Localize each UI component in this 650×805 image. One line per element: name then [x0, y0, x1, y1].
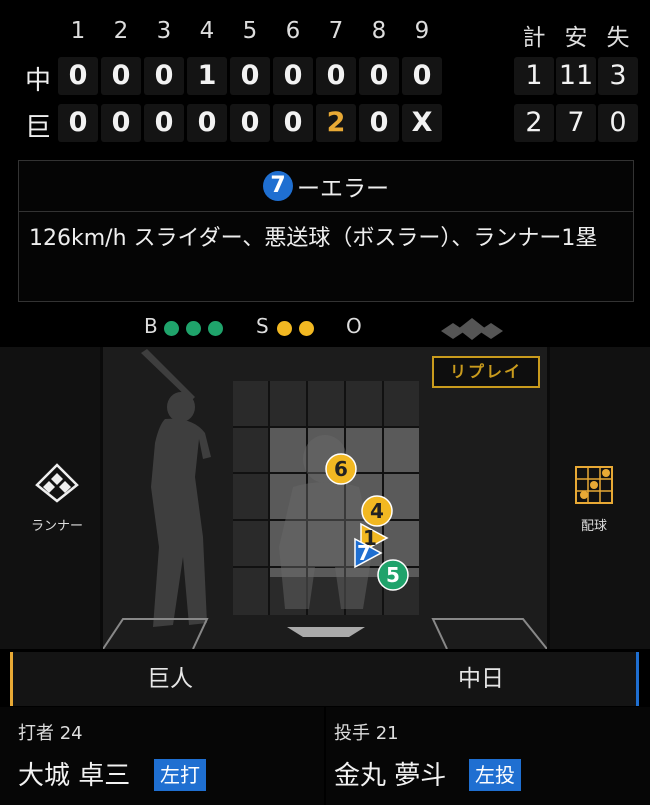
pitch-chart-icon [575, 466, 613, 504]
ball-strike-out-count: B S O [0, 312, 650, 344]
runner-panel[interactable]: ランナー [0, 347, 100, 649]
inning-score-cell: 0 [101, 57, 141, 95]
ball-dot [186, 321, 201, 336]
pitch-marker-number: 6 [334, 457, 348, 481]
pitch-marker-number: 5 [386, 563, 400, 587]
inning-score-cell: 0 [316, 57, 356, 95]
inning-header: 1 [70, 18, 86, 44]
play-detail-text: 126km/h スライダー、悪送球（ボスラー）、ランナー1塁 [29, 226, 598, 251]
balls-label: B [144, 314, 158, 338]
pitcher-role: 投手 21 [334, 723, 399, 744]
inning-header: 7 [328, 18, 344, 44]
batter-silhouette [141, 349, 211, 627]
inning-score-cell: 0 [58, 104, 98, 142]
inning-score-cell: X [402, 104, 442, 142]
scoreboard: 123456789計安失 中 0 0 0 1 0 0 0 0 0 1 11 3 巨 0 0 0 0 0 0 2 0 X 2 7 0 [0, 0, 650, 150]
inning-header: 2 [113, 18, 129, 44]
inning-header: 9 [414, 18, 430, 44]
inning-header: 4 [199, 18, 215, 44]
outs-label: O [346, 314, 362, 338]
inning-score-cell: 0 [359, 57, 399, 95]
batter-panel[interactable]: 打者 24 大城 卓三 左打 [0, 707, 324, 805]
play-title-text: ーエラー [297, 176, 389, 202]
inning-score-cell: 2 [316, 104, 356, 142]
inning-score-cell: 0 [273, 104, 313, 142]
inning-score-cell: 0 [101, 104, 141, 142]
home-plate [287, 627, 365, 637]
strikes-label: S [256, 314, 269, 338]
pitch-chart-panel[interactable]: 配球 [550, 347, 650, 649]
totals-header: 失 [606, 25, 630, 51]
team-abbr: 中 [24, 66, 51, 96]
pitcher-name: 金丸 夢斗 [334, 761, 447, 791]
totals-header: 計 [522, 25, 546, 51]
batter-role: 打者 24 [18, 723, 83, 744]
batter-hand-badge: 左打 [154, 759, 206, 791]
inning-score-cell: 0 [187, 104, 227, 142]
inning-header: 3 [156, 18, 172, 44]
runner-label: ランナー [30, 519, 83, 534]
inning-header: 8 [371, 18, 387, 44]
inning-score-cell: 0 [230, 57, 270, 95]
inning-score-cell: 0 [58, 57, 98, 95]
pitch-marker[interactable]: 4 [361, 495, 393, 527]
pitch-chart-label: 配球 [580, 519, 607, 534]
bases-diamond-icon [441, 318, 503, 340]
inning-score-cell: 0 [359, 104, 399, 142]
inning-score-cell: 0 [144, 104, 184, 142]
inning-header: 6 [285, 18, 301, 44]
pitcher-panel[interactable]: 投手 21 金丸 夢斗 左投 [326, 707, 650, 805]
inning-score-cell: 0 [144, 57, 184, 95]
team-abbr: 巨 [24, 113, 51, 143]
play-description-box: 7 ーエラー 126km/h スライダー、悪送球（ボスラー）、ランナー1塁 [18, 160, 634, 302]
strike-dot [299, 321, 314, 336]
totals-cell: 2 [514, 104, 554, 142]
inning-score-cell: 0 [273, 57, 313, 95]
inning-score-cell: 0 [402, 57, 442, 95]
strike-dot [277, 321, 292, 336]
tab-away-team[interactable]: 中日 [326, 652, 639, 706]
replay-button[interactable]: リプレイ [432, 356, 540, 388]
totals-header: 安 [564, 25, 588, 51]
pitch-marker-number: 7 [357, 541, 371, 565]
totals-cell: 7 [556, 104, 596, 142]
pitch-marker-number: 4 [370, 499, 384, 523]
tab-home-team[interactable]: 巨人 [10, 652, 327, 706]
pitch-marker[interactable]: 5 [377, 559, 409, 591]
ball-dot [208, 321, 223, 336]
strike-zone-area: 64175 [102, 347, 548, 650]
pitch-marker[interactable]: 6 [325, 453, 357, 485]
totals-cell: 11 [556, 57, 596, 95]
batter-name: 大城 卓三 [18, 761, 131, 791]
pitcher-hand-badge: 左投 [469, 759, 521, 791]
inning-score-cell: 0 [230, 104, 270, 142]
strike-zone-svg: 64175 [102, 349, 548, 650]
fielder-number-badge: 7 [263, 171, 293, 201]
totals-cell: 1 [514, 57, 554, 95]
totals-cell: 0 [598, 104, 638, 142]
inning-score-cell: 1 [187, 57, 227, 95]
pitch-field-view: ランナー 6 4 1 7 5 配球 [0, 347, 650, 650]
inning-header: 5 [242, 18, 258, 44]
play-title: 7 ーエラー [19, 161, 633, 212]
runner-diamond-icon [35, 463, 79, 503]
ball-dot [164, 321, 179, 336]
totals-cell: 3 [598, 57, 638, 95]
